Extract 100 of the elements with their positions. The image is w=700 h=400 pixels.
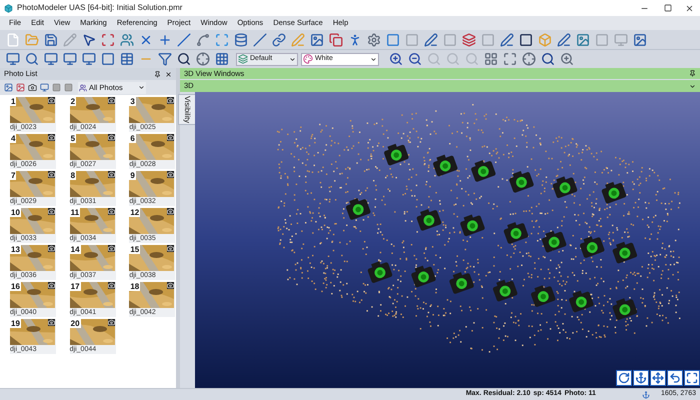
photo-number: 9 bbox=[129, 171, 136, 180]
camera-icon bbox=[367, 261, 393, 284]
zoom-in-icon bbox=[389, 52, 403, 66]
3d-viewport[interactable] bbox=[195, 92, 700, 388]
layers-button[interactable] bbox=[460, 31, 478, 48]
camera-icon bbox=[167, 245, 174, 252]
image-icon bbox=[633, 32, 647, 46]
people-button[interactable] bbox=[118, 31, 136, 48]
camera-icon bbox=[167, 208, 174, 215]
square-icon bbox=[101, 52, 115, 66]
undo-button[interactable] bbox=[667, 370, 683, 386]
search-icon bbox=[177, 52, 191, 66]
image-icon[interactable] bbox=[16, 83, 25, 92]
window-button[interactable] bbox=[61, 50, 79, 68]
photo-number: 4 bbox=[10, 134, 16, 143]
pin-icon[interactable] bbox=[154, 70, 161, 78]
photo-number: 6 bbox=[129, 134, 136, 143]
image-button[interactable] bbox=[574, 31, 592, 48]
camera-icon bbox=[612, 298, 638, 321]
window-button[interactable] bbox=[42, 50, 60, 68]
scan-button[interactable] bbox=[99, 31, 117, 48]
camera-icon bbox=[48, 97, 55, 104]
crosshair-button[interactable] bbox=[520, 50, 538, 68]
window-button[interactable] bbox=[80, 50, 98, 68]
zoom-button[interactable] bbox=[558, 50, 576, 68]
fit-button[interactable] bbox=[501, 50, 519, 68]
square-icon bbox=[595, 32, 609, 46]
photo-number: 13 bbox=[10, 245, 21, 254]
database-button[interactable] bbox=[232, 31, 250, 48]
image-button[interactable] bbox=[308, 31, 326, 48]
camera-icon bbox=[48, 282, 55, 289]
dropdown-icon[interactable] bbox=[689, 82, 696, 90]
pen-button[interactable] bbox=[498, 31, 516, 48]
pin-icon[interactable] bbox=[689, 70, 696, 77]
pen-button[interactable] bbox=[555, 31, 573, 48]
camera-icon[interactable] bbox=[28, 83, 37, 92]
photo-number: 12 bbox=[129, 208, 140, 217]
zoom-in-button[interactable] bbox=[387, 50, 405, 68]
image-icon[interactable] bbox=[4, 83, 13, 92]
photo-number: 11 bbox=[70, 208, 80, 217]
grid-button[interactable] bbox=[482, 50, 500, 68]
anchor-button[interactable] bbox=[633, 370, 649, 386]
square-icon[interactable] bbox=[52, 83, 61, 92]
fit-button[interactable] bbox=[684, 370, 700, 386]
grid-button[interactable] bbox=[213, 50, 231, 68]
close-icon[interactable] bbox=[165, 70, 172, 78]
filter-button[interactable] bbox=[156, 50, 174, 68]
camera-icon bbox=[345, 198, 372, 220]
pen-button[interactable] bbox=[422, 31, 440, 48]
link-icon bbox=[272, 32, 286, 46]
photo-number: 17 bbox=[70, 282, 81, 291]
photo-number: 10 bbox=[10, 208, 21, 217]
crosshair-button[interactable] bbox=[194, 50, 212, 68]
photo-number: 8 bbox=[70, 171, 76, 180]
image-icon bbox=[310, 32, 324, 46]
save-icon bbox=[44, 32, 58, 46]
image-button[interactable] bbox=[631, 31, 649, 48]
undo-icon bbox=[669, 372, 681, 384]
search-button[interactable] bbox=[23, 50, 41, 68]
filter-icon bbox=[158, 52, 172, 66]
square-icon[interactable] bbox=[64, 83, 73, 92]
photo-number: 18 bbox=[129, 282, 140, 291]
pencil-icon bbox=[63, 32, 77, 46]
crosshair-icon bbox=[522, 52, 536, 66]
zoom-out-button[interactable] bbox=[406, 50, 424, 68]
camera-icon bbox=[508, 170, 534, 194]
copy-button[interactable] bbox=[327, 31, 345, 48]
monitor-icon[interactable] bbox=[40, 83, 49, 92]
grid-icon bbox=[215, 52, 229, 66]
camera-icon bbox=[384, 144, 410, 166]
photo-number: 2 bbox=[70, 97, 76, 106]
camera-icon bbox=[48, 171, 55, 178]
search-button[interactable] bbox=[175, 50, 193, 68]
search-icon bbox=[541, 52, 555, 66]
people-icon bbox=[120, 32, 134, 46]
link-button[interactable] bbox=[270, 31, 288, 48]
table-button[interactable] bbox=[118, 50, 136, 68]
square-button[interactable] bbox=[99, 50, 117, 68]
camera-icon bbox=[48, 134, 55, 141]
line-button[interactable] bbox=[175, 31, 193, 48]
image-icon bbox=[576, 32, 590, 46]
camera-icon bbox=[470, 160, 496, 182]
zoom-icon bbox=[560, 52, 574, 66]
window-button[interactable] bbox=[4, 50, 22, 68]
photo-number: 3 bbox=[129, 97, 136, 106]
camera-icon bbox=[601, 182, 627, 204]
window-icon bbox=[63, 52, 77, 66]
scan-button[interactable] bbox=[213, 31, 231, 48]
search-button[interactable] bbox=[539, 50, 557, 68]
dropdown-icon bbox=[370, 56, 377, 62]
rotate-button[interactable] bbox=[616, 370, 632, 386]
camera-icon bbox=[48, 208, 55, 215]
square-button[interactable] bbox=[517, 31, 535, 48]
curve-button[interactable] bbox=[194, 31, 212, 48]
save-button[interactable] bbox=[42, 31, 60, 48]
square-icon bbox=[443, 32, 457, 46]
line-button[interactable] bbox=[251, 31, 269, 48]
settings-button[interactable] bbox=[365, 31, 383, 48]
database-icon bbox=[234, 32, 248, 46]
move-button[interactable] bbox=[650, 370, 666, 386]
